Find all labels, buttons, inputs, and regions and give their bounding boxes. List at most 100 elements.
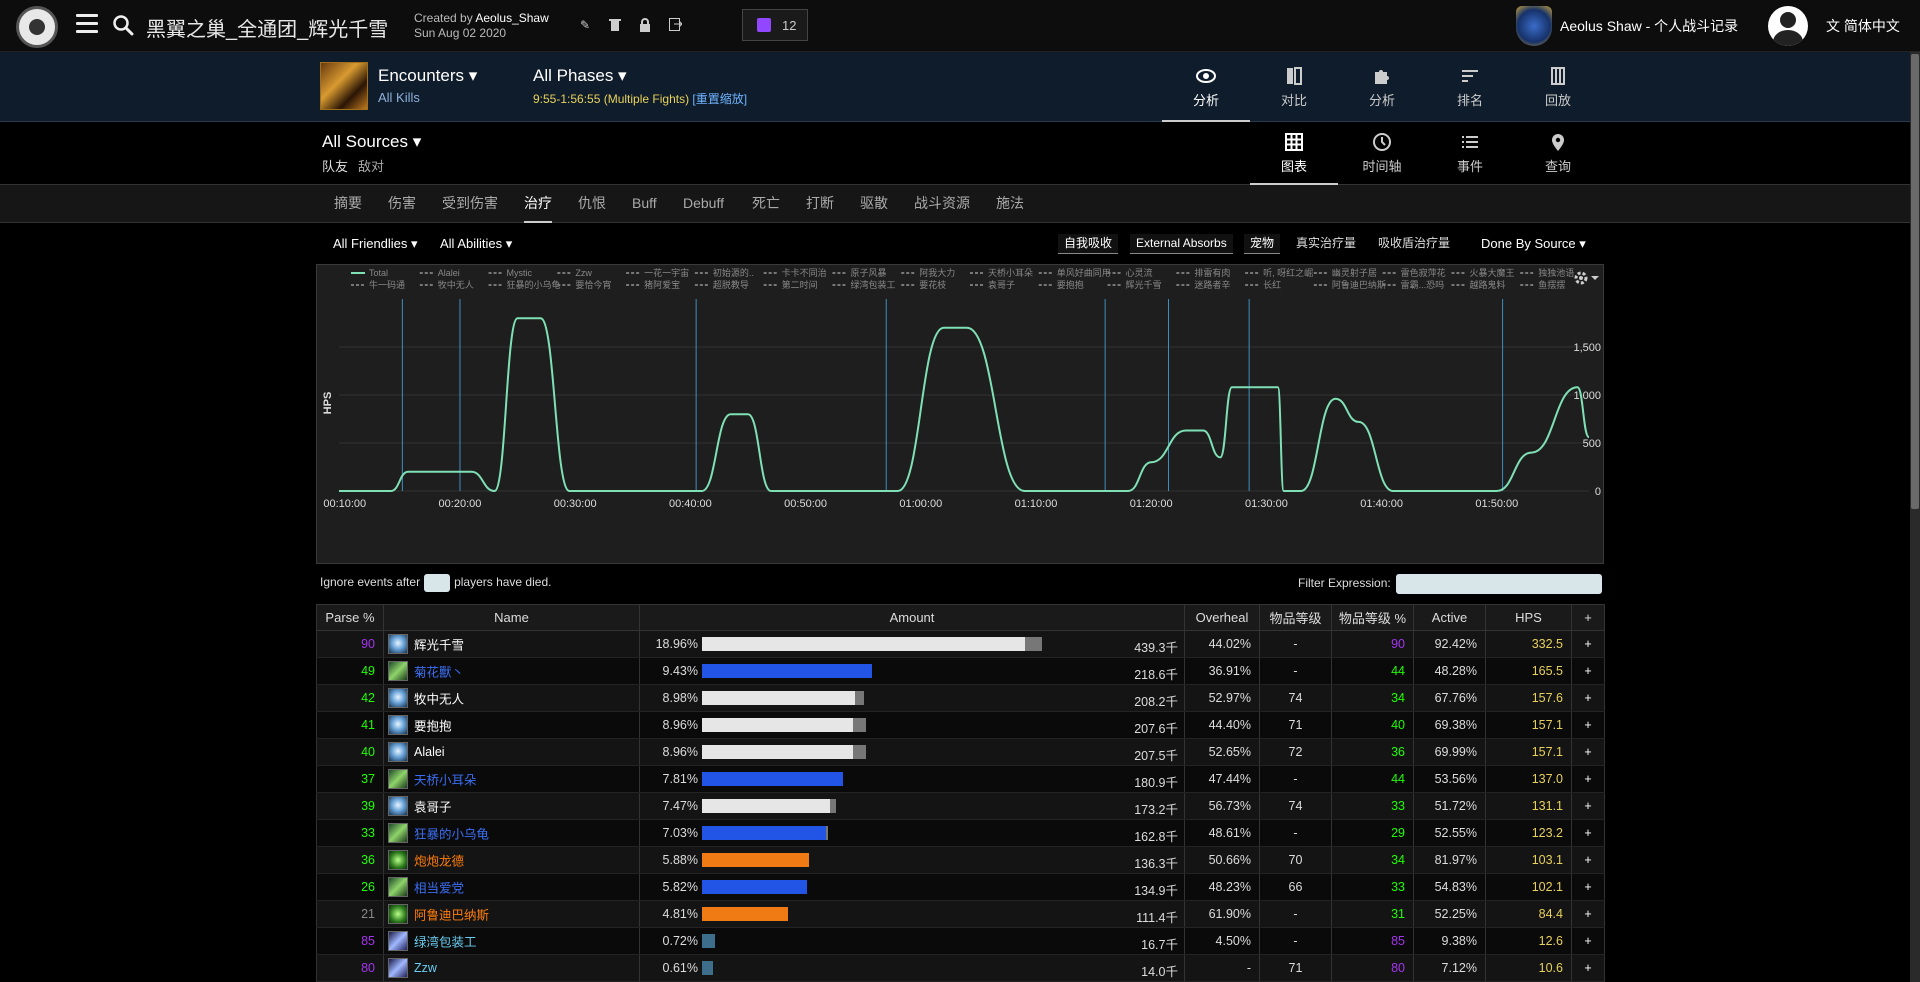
- done-by-dropdown[interactable]: Done By Source ▾: [1481, 236, 1586, 252]
- tab-deaths[interactable]: 死亡: [752, 185, 780, 223]
- add-row-button[interactable]: +: [1571, 846, 1605, 874]
- col-ilvl[interactable]: 物品等级: [1259, 604, 1332, 631]
- legend-item[interactable]: 袁哥子: [988, 279, 1015, 290]
- legend-item[interactable]: 牧中无人: [438, 279, 474, 290]
- add-row-button[interactable]: +: [1571, 900, 1605, 928]
- col-overheal[interactable]: Overheal: [1184, 604, 1260, 631]
- twitch-button[interactable]: 12: [742, 9, 808, 41]
- view-tab-timeline[interactable]: 时间轴: [1338, 122, 1426, 185]
- table-row[interactable]: 41 要抱抱 8.96% 207.6千 44.40% 71 40 69.38% 157.1 +: [316, 711, 1605, 739]
- add-row-button[interactable]: +: [1571, 657, 1605, 685]
- player-name[interactable]: 阿鲁迪巴纳斯: [414, 909, 489, 923]
- add-row-button[interactable]: +: [1571, 873, 1605, 901]
- legend-item[interactable]: 长红: [1263, 279, 1281, 290]
- legend-item[interactable]: 初始源的..: [713, 267, 754, 278]
- tab-casts[interactable]: 施法: [996, 185, 1024, 223]
- enemy-toggle[interactable]: 敌对: [358, 159, 384, 174]
- player-name[interactable]: 绿湾包装工: [414, 936, 477, 950]
- tab-interrupts[interactable]: 打断: [806, 185, 834, 223]
- external-absorbs-toggle[interactable]: External Absorbs: [1130, 234, 1233, 254]
- view-tab-query[interactable]: 查询: [1514, 122, 1602, 185]
- legend-item[interactable]: 要恰今宵: [575, 279, 611, 290]
- trash-icon[interactable]: [608, 18, 622, 32]
- search-icon[interactable]: [112, 14, 134, 36]
- edit-icon[interactable]: ✎: [578, 18, 592, 32]
- export-icon[interactable]: [668, 18, 683, 32]
- lock-icon[interactable]: [638, 18, 652, 32]
- name-cell[interactable]: 狂暴的小乌龟: [383, 819, 640, 847]
- name-cell[interactable]: 要抱抱: [383, 711, 640, 739]
- tab-summary[interactable]: 摘要: [334, 185, 362, 223]
- tab-damage-taken[interactable]: 受到伤害: [442, 185, 498, 223]
- legend-item[interactable]: 听, 呀红之崛: [1263, 267, 1313, 278]
- name-cell[interactable]: 牧中无人: [383, 684, 640, 712]
- legend-item[interactable]: 要抱抱: [1057, 279, 1084, 290]
- player-name[interactable]: 狂暴的小乌龟: [414, 828, 489, 842]
- table-row[interactable]: 42 牧中无人 8.98% 208.2千 52.97% 74 34 67.76% 157.6 +: [316, 684, 1605, 712]
- legend-item[interactable]: 卡卡不同治: [782, 267, 827, 278]
- tab-dispels[interactable]: 驱散: [860, 185, 888, 223]
- add-row-button[interactable]: +: [1571, 927, 1605, 955]
- player-name[interactable]: Zzw: [414, 961, 437, 975]
- legend-item[interactable]: 单风好曲同用: [1057, 267, 1111, 278]
- col-active[interactable]: Active: [1413, 604, 1486, 631]
- name-cell[interactable]: 阿鲁迪巴纳斯: [383, 900, 640, 928]
- legend-item[interactable]: Total: [369, 268, 388, 278]
- legend-item[interactable]: 阿鲁迪巴纳斯: [1332, 279, 1386, 290]
- name-cell[interactable]: Zzw: [383, 954, 640, 982]
- legend-item[interactable]: 鱼摆摆: [1538, 279, 1565, 290]
- friendlies-dropdown[interactable]: All Friendlies ▾: [333, 236, 418, 252]
- legend-item[interactable]: 绿湾包装工: [850, 279, 895, 290]
- legend-item[interactable]: Alalei: [438, 268, 460, 278]
- player-name[interactable]: 炮炮龙德: [414, 855, 464, 869]
- add-row-button[interactable]: +: [1571, 765, 1605, 793]
- guild-emblem-icon[interactable]: [1516, 6, 1552, 46]
- player-name[interactable]: 天桥小耳朵: [414, 774, 477, 788]
- col-add[interactable]: +: [1571, 604, 1605, 631]
- main-tab-analyze[interactable]: 分析: [1338, 52, 1426, 122]
- add-row-button[interactable]: +: [1571, 954, 1605, 982]
- table-row[interactable]: 36 炮炮龙德 5.88% 136.3千 50.66% 70 34 81.97% 103.1 +: [316, 846, 1605, 874]
- col-name[interactable]: Name: [383, 604, 640, 631]
- legend-item[interactable]: 超脱教导: [713, 279, 749, 290]
- legend-item[interactable]: 迷路者辛: [1194, 279, 1230, 290]
- legend-item[interactable]: 火暴大魔王: [1469, 267, 1514, 278]
- legend-item[interactable]: 独独池语: [1538, 267, 1574, 278]
- legend-item[interactable]: 原子风暴: [850, 268, 886, 278]
- legend-item[interactable]: 狂暴的小乌龟: [507, 279, 561, 290]
- real-healing-toggle[interactable]: 真实治疗量: [1290, 234, 1362, 254]
- tab-debuffs[interactable]: Debuff: [683, 185, 724, 223]
- player-name[interactable]: 牧中无人: [414, 693, 464, 707]
- add-row-button[interactable]: +: [1571, 738, 1605, 766]
- name-cell[interactable]: 绿湾包装工: [383, 927, 640, 955]
- name-cell[interactable]: Alalei: [383, 738, 640, 766]
- ignore-deaths-input[interactable]: [424, 574, 451, 592]
- col-hps[interactable]: HPS: [1485, 604, 1572, 631]
- user-name-link[interactable]: Aeolus Shaw - 个人战斗记录: [1560, 16, 1738, 36]
- site-logo-icon[interactable]: [16, 6, 58, 48]
- main-tab-rankings[interactable]: 排名: [1426, 52, 1514, 122]
- add-row-button[interactable]: +: [1571, 630, 1605, 658]
- legend-item[interactable]: 雷色寂萍花: [1401, 267, 1446, 278]
- main-tab-compare[interactable]: 对比: [1250, 52, 1338, 122]
- legend-item[interactable]: 牛一码通: [369, 279, 405, 290]
- col-ilvl-pct[interactable]: 物品等级 %: [1331, 604, 1414, 631]
- legend-item[interactable]: 排雷有肉: [1194, 267, 1230, 278]
- add-row-button[interactable]: +: [1571, 711, 1605, 739]
- healing-chart[interactable]: Total Alalei Mystic Zzw 一花一宇宙 初始源的.. 卡卡不同治 原子风暴…: [316, 264, 1604, 564]
- pets-toggle[interactable]: 宠物: [1244, 234, 1281, 254]
- player-name[interactable]: 相当爱党: [414, 882, 464, 896]
- phases-dropdown[interactable]: All Phases ▾: [533, 66, 627, 86]
- legend-item[interactable]: 幽灵射子居: [1332, 267, 1377, 278]
- absorb-shield-toggle[interactable]: 吸收盾治疗量: [1372, 234, 1456, 254]
- tab-buffs[interactable]: Buff: [632, 185, 657, 223]
- player-name[interactable]: 要抱抱: [414, 720, 452, 734]
- created-by-user[interactable]: Aeolus_Shaw: [475, 11, 548, 25]
- player-name[interactable]: Alalei: [414, 745, 445, 759]
- legend-item[interactable]: 心灵流: [1126, 267, 1153, 278]
- legend-item[interactable]: 雷霸...恐吗: [1401, 280, 1445, 290]
- name-cell[interactable]: 炮炮龙德: [383, 846, 640, 874]
- page-scrollbar-thumb[interactable]: [1911, 54, 1919, 509]
- healing-chart-svg[interactable]: Total Alalei Mystic Zzw 一花一宇宙 初始源的.. 卡卡不同治 原子风暴…: [317, 265, 1605, 565]
- add-row-button[interactable]: +: [1571, 684, 1605, 712]
